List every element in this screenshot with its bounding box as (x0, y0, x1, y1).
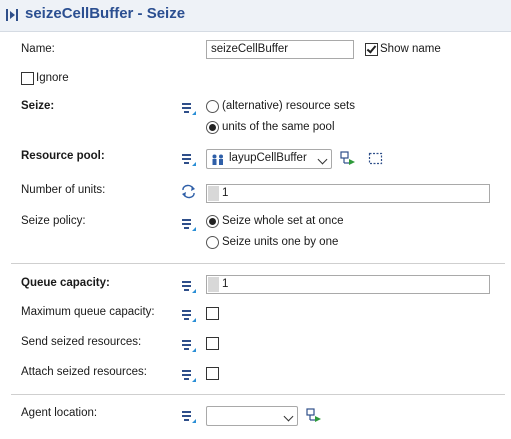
agent-location-label: Agent location: (21, 407, 98, 419)
chevron-down-icon (283, 411, 294, 422)
static-value-icon[interactable] (181, 101, 196, 115)
seize-label: Seize: (21, 100, 55, 112)
select-from-model-icon[interactable] (340, 151, 356, 166)
resource-pool-value: layupCellBuffer (229, 152, 307, 164)
static-value-icon[interactable] (181, 368, 196, 382)
static-value-icon[interactable] (181, 152, 196, 166)
seize-option-resource-sets: (alternative) resource sets (222, 100, 355, 112)
queue-capacity-label: Queue capacity: (21, 277, 110, 289)
chevron-down-icon (317, 154, 328, 165)
attach-seized-resources-label: Attach seized resources: (21, 366, 147, 378)
code-gutter (208, 186, 219, 201)
attach-seized-resources-checkbox[interactable] (206, 367, 219, 380)
static-value-icon[interactable] (181, 308, 196, 322)
seize-policy-option-one-by-one: Seize units one by one (222, 236, 339, 248)
name-label: Name: (21, 43, 55, 55)
section-divider (11, 263, 505, 264)
section-divider (11, 394, 505, 395)
show-name-label: Show name (380, 43, 441, 55)
resource-pool-label: Resource pool: (21, 150, 105, 162)
send-seized-resources-label: Send seized resources: (21, 336, 142, 348)
max-queue-capacity-checkbox[interactable] (206, 307, 219, 320)
ignore-label: Ignore (36, 72, 69, 84)
number-of-units-value: 1 (222, 187, 229, 199)
max-queue-capacity-label: Maximum queue capacity: (21, 306, 155, 318)
static-value-icon[interactable] (181, 409, 196, 423)
resource-pool-icon (212, 154, 223, 165)
queue-capacity-value: 1 (222, 278, 229, 290)
show-name-checkbox[interactable] (365, 43, 378, 56)
static-value-icon[interactable] (181, 338, 196, 352)
send-seized-resources-checkbox[interactable] (206, 337, 219, 350)
seize-policy-option-whole-set: Seize whole set at once (222, 215, 344, 227)
seize-units-one-by-one-radio[interactable] (206, 236, 219, 249)
seize-resource-sets-radio[interactable] (206, 100, 219, 113)
dynamic-value-icon[interactable] (180, 184, 197, 199)
ignore-checkbox[interactable] (21, 72, 34, 85)
seize-whole-set-radio[interactable] (206, 215, 219, 228)
highlight-selection-icon[interactable] (368, 152, 383, 165)
queue-capacity-input[interactable]: 1 (206, 275, 490, 294)
select-from-model-icon[interactable] (306, 408, 322, 423)
resource-pool-select[interactable]: layupCellBuffer (206, 149, 332, 169)
agent-location-select[interactable] (206, 406, 298, 426)
number-of-units-input[interactable]: 1 (206, 184, 490, 203)
name-input[interactable]: seizeCellBuffer (206, 40, 354, 59)
code-gutter (208, 277, 219, 292)
page-title: seizeCellBuffer - Seize (25, 5, 186, 22)
name-value: seizeCellBuffer (211, 43, 289, 55)
seize-same-pool-radio[interactable] (206, 121, 219, 134)
seize-block-icon (6, 9, 18, 21)
seize-option-same-pool: units of the same pool (222, 121, 335, 133)
number-of-units-label: Number of units: (21, 184, 106, 196)
static-value-icon[interactable] (181, 217, 196, 231)
seize-policy-label: Seize policy: (21, 215, 86, 227)
static-value-icon[interactable] (181, 279, 196, 293)
